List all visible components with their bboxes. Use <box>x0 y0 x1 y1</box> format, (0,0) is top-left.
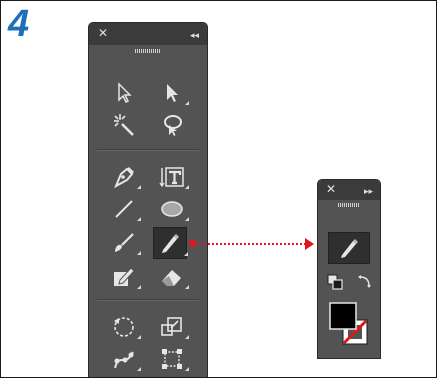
arrow-head-icon <box>305 238 314 250</box>
type-icon <box>159 167 184 188</box>
scale-icon <box>161 317 182 336</box>
magic-wand-tool[interactable] <box>109 111 139 139</box>
type-tool[interactable] <box>157 163 189 191</box>
lasso-icon <box>164 115 182 136</box>
swap-fill-stroke-button[interactable] <box>354 272 374 292</box>
fill-stroke-swatches[interactable] <box>329 302 369 346</box>
puppet-warp-tool[interactable] <box>109 345 141 373</box>
free-transform-icon <box>162 349 182 369</box>
panel-grip[interactable] <box>89 47 207 55</box>
line-segment-icon <box>115 200 133 218</box>
pencil-icon <box>341 239 358 258</box>
collapse-panel-icon[interactable]: ◂◂ <box>190 28 199 42</box>
line-segment-tool[interactable] <box>109 195 141 223</box>
tutorial-frame: 4 ✕ ◂◂ ✕ ▸▸ <box>0 0 437 378</box>
selection-arrow-icon <box>118 82 132 104</box>
close-icon[interactable]: ✕ <box>326 182 336 196</box>
swap-fill-stroke-icon <box>358 275 371 288</box>
free-transform-tool[interactable] <box>157 345 189 373</box>
step-number: 4 <box>8 3 30 45</box>
shaper-icon <box>114 267 135 286</box>
eraser-tool[interactable] <box>157 263 189 291</box>
close-icon[interactable]: ✕ <box>98 26 108 40</box>
ellipse-tool[interactable] <box>157 195 189 223</box>
pen-icon <box>113 167 134 189</box>
panel-header[interactable]: ✕ ▸▸ <box>318 180 380 200</box>
direct-selection-arrow-icon <box>167 84 178 102</box>
panel-header[interactable]: ✕ ◂◂ <box>89 23 207 45</box>
paintbrush-icon <box>115 233 134 252</box>
eraser-icon <box>162 270 181 286</box>
tool-group-divider <box>97 149 199 151</box>
direct-selection-tool[interactable] <box>157 79 189 107</box>
tools-panel-collapsed: ✕ ▸▸ <box>317 179 381 359</box>
pencil-tool[interactable] <box>328 232 370 264</box>
default-fill-stroke-icon <box>327 274 343 290</box>
tools-panel-expanded: ✕ ◂◂ <box>88 22 208 377</box>
shaper-tool[interactable] <box>109 263 141 291</box>
default-fill-stroke-button[interactable] <box>325 272 345 292</box>
pencil-icon <box>162 234 179 253</box>
pen-tool[interactable] <box>109 163 141 191</box>
expand-panel-icon[interactable]: ▸▸ <box>364 184 373 198</box>
lasso-tool[interactable] <box>157 111 187 139</box>
fill-stroke-swatches-icon <box>329 302 368 345</box>
ellipse-icon <box>161 201 183 217</box>
selection-tool[interactable] <box>109 79 139 107</box>
puppet-warp-icon <box>114 351 134 369</box>
dotted-arrow-line <box>193 243 306 245</box>
magic-wand-icon <box>114 114 134 136</box>
paintbrush-tool[interactable] <box>109 229 141 257</box>
pencil-tool[interactable] <box>153 227 188 259</box>
rotate-icon <box>114 317 134 337</box>
scale-tool[interactable] <box>157 313 189 341</box>
tool-group-divider <box>97 299 199 301</box>
panel-grip[interactable] <box>318 201 380 209</box>
rotate-tool[interactable] <box>109 313 141 341</box>
